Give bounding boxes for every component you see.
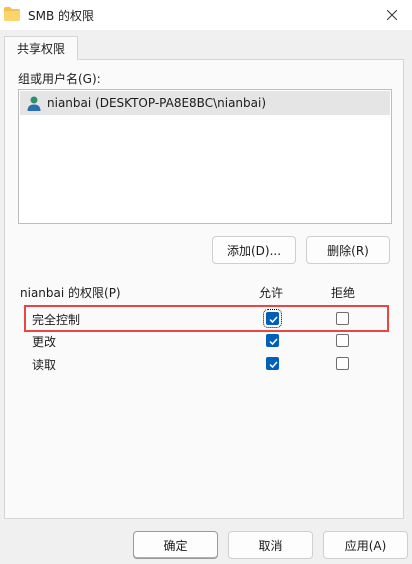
- allow-read-checkbox[interactable]: [266, 357, 279, 370]
- tab-label: 共享权限: [16, 42, 65, 56]
- check-icon: [269, 361, 278, 369]
- permission-label: 读取: [32, 358, 57, 372]
- apply-button[interactable]: 应用(A): [323, 531, 408, 559]
- allow-header: 允许: [259, 286, 284, 300]
- close-button[interactable]: [372, 0, 412, 30]
- deny-header: 拒绝: [331, 286, 356, 300]
- ok-button[interactable]: 确定: [133, 531, 218, 559]
- deny-change-checkbox[interactable]: [336, 334, 349, 347]
- deny-read-checkbox[interactable]: [336, 357, 349, 370]
- highlight-box: [24, 305, 389, 332]
- check-icon: [269, 338, 278, 346]
- permission-row-change: 更改: [20, 330, 390, 352]
- close-icon: [387, 10, 397, 20]
- title-bar: SMB 的权限: [0, 0, 412, 30]
- cancel-button[interactable]: 取消: [228, 531, 313, 559]
- allow-change-checkbox[interactable]: [266, 334, 279, 347]
- user-name: nianbai (DESKTOP-PA8E8BC\nianbai): [47, 96, 267, 110]
- group-users-label: 组或用户名(G):: [18, 72, 101, 86]
- folder-icon: [4, 7, 20, 21]
- user-list[interactable]: nianbai (DESKTOP-PA8E8BC\nianbai): [18, 89, 392, 224]
- list-item[interactable]: nianbai (DESKTOP-PA8E8BC\nianbai): [20, 91, 390, 115]
- permission-label: 更改: [32, 335, 57, 349]
- remove-button[interactable]: 删除(R): [306, 236, 390, 264]
- permissions-title: nianbai 的权限(P): [20, 286, 121, 300]
- permission-row-read: 读取: [20, 353, 390, 375]
- add-button[interactable]: 添加(D)...: [212, 236, 296, 264]
- tab-share-permissions[interactable]: 共享权限: [4, 36, 78, 60]
- user-icon: [26, 95, 42, 111]
- window-title: SMB 的权限: [28, 9, 95, 23]
